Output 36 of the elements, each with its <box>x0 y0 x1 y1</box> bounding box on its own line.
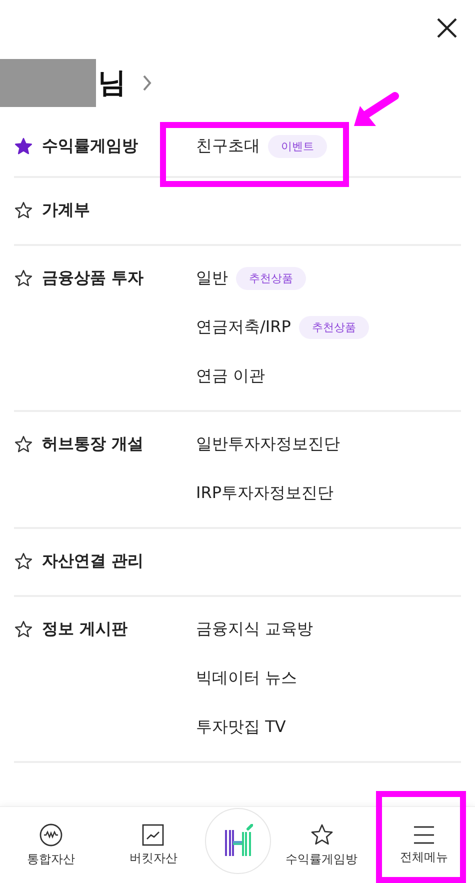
star-icon[interactable] <box>14 268 33 288</box>
chevron-icon[interactable] <box>142 74 152 92</box>
nav-tab[interactable]: 전체메뉴 <box>372 824 475 866</box>
star-icon[interactable] <box>14 434 33 454</box>
category-label[interactable]: 허브통장 개설 <box>42 434 144 454</box>
gauge-icon <box>39 822 64 846</box>
event-tag: 추천상품 <box>298 316 369 338</box>
chart-icon <box>142 824 164 846</box>
category-label[interactable]: 정보 게시판 <box>42 618 128 640</box>
menu-item[interactable]: 연금 이관 <box>196 366 266 386</box>
category-label[interactable]: 가계부 <box>42 200 90 220</box>
greeting-text: 님 <box>98 65 126 101</box>
menu-item[interactable]: 친구초대 <box>196 136 260 156</box>
star-icon <box>310 822 334 846</box>
star-icon[interactable] <box>14 136 33 156</box>
close-button[interactable] <box>435 16 459 40</box>
logo-icon <box>222 824 252 858</box>
event-tag: 추천상품 <box>236 266 306 290</box>
category-label[interactable]: 수익률게임방 <box>42 136 138 156</box>
menu-item[interactable]: 연금저축/IRP <box>196 316 291 338</box>
category-label[interactable]: 자산연결 관리 <box>42 550 144 572</box>
menu-item[interactable]: 투자맛집 TV <box>196 716 286 738</box>
menu-item[interactable]: 일반투자자정보진단 <box>196 434 340 454</box>
category-label[interactable]: 금융상품 투자 <box>42 268 144 288</box>
event-tag: 이벤트 <box>268 134 327 158</box>
star-icon[interactable] <box>14 552 33 570</box>
star-icon[interactable] <box>14 200 33 220</box>
menu-item[interactable]: 빅데이터 뉴스 <box>196 668 298 688</box>
menu-icon <box>412 824 435 844</box>
nav-tab[interactable]: 버킷자산 <box>102 824 204 866</box>
nav-tab[interactable]: 통합자산 <box>0 822 102 868</box>
nav-tab[interactable]: 수익률게임방 <box>270 822 373 868</box>
star-icon[interactable] <box>14 620 33 638</box>
menu-item[interactable]: 일반 <box>196 268 228 288</box>
menu-item[interactable]: IRP투자자정보진단 <box>196 482 334 504</box>
menu-item[interactable]: 금융지식 교육방 <box>196 618 314 640</box>
